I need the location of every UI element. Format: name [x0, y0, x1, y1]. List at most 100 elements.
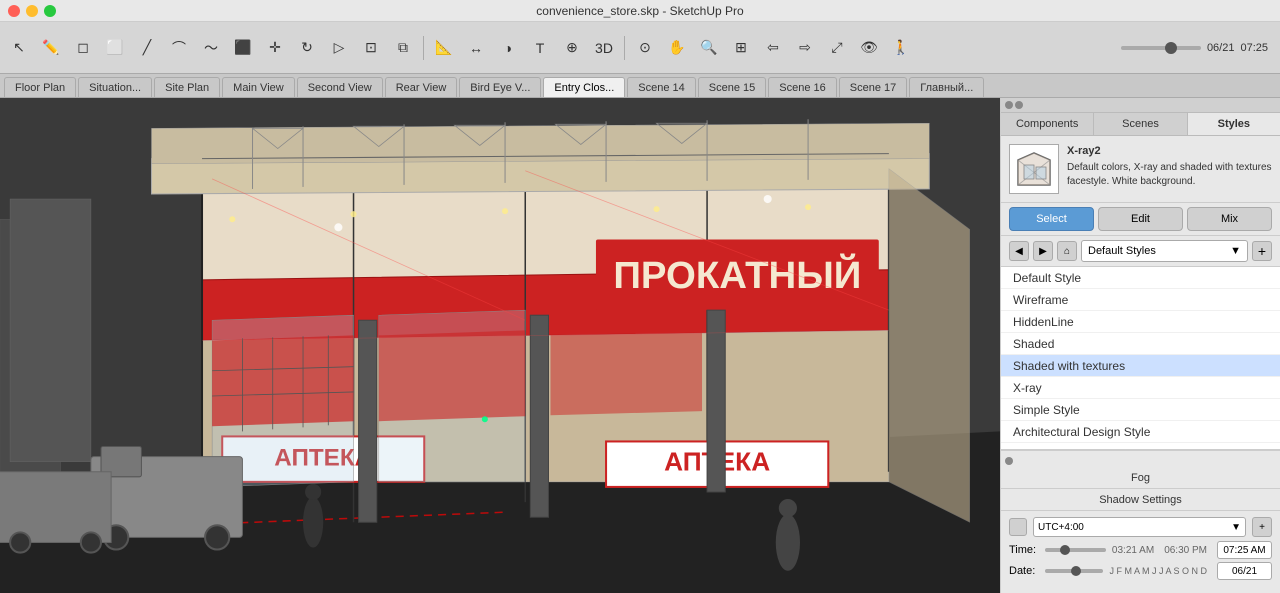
tab-rear-view[interactable]: Rear View [385, 77, 458, 97]
previous-view-tool[interactable]: ⇦ [758, 33, 788, 63]
style-item-simple[interactable]: Simple Style [1001, 399, 1280, 421]
date-slider[interactable] [1045, 569, 1103, 573]
home-button[interactable]: ⌂ [1057, 241, 1077, 261]
style-item-wireframe[interactable]: Wireframe [1001, 289, 1280, 311]
tab-entry-close[interactable]: Entry Clos... [543, 77, 625, 97]
scene-tabs: Floor Plan Situation... Site Plan Main V… [0, 74, 1280, 98]
tab-main-view[interactable]: Main View [222, 77, 295, 97]
pan-tool[interactable]: ✋ [662, 33, 692, 63]
style-thumbnail [1009, 144, 1059, 194]
tab-second-view[interactable]: Second View [297, 77, 383, 97]
svg-text:ПРОКАТНЫЙ: ПРОКАТНЫЙ [613, 252, 861, 297]
timezone-select[interactable]: UTC+4:00 ▼ [1033, 517, 1246, 537]
shadow-area: UTC+4:00 ▼ + Time: 03:21 AM 06:30 PM 07:… [1001, 511, 1280, 589]
nav-row: ◀ ▶ ⌂ Default Styles ▼ + [1001, 236, 1280, 267]
timezone-add-button[interactable]: + [1252, 517, 1272, 537]
freehand-tool[interactable]: 〜 [196, 33, 226, 63]
move-tool[interactable]: ✛ [260, 33, 290, 63]
time-start: 03:21 AM [1112, 545, 1154, 556]
next-view-tool[interactable]: ⇨ [790, 33, 820, 63]
tab-bird-eye[interactable]: Bird Eye V... [459, 77, 541, 97]
maximize-button[interactable] [44, 5, 56, 17]
tab-scenes[interactable]: Scenes [1094, 113, 1187, 135]
orbit-tool[interactable]: ⊙ [630, 33, 660, 63]
add-style-button[interactable]: + [1252, 241, 1272, 261]
date-value[interactable]: 06/21 [1217, 562, 1272, 580]
style-item-shaded[interactable]: Shaded [1001, 333, 1280, 355]
tab-situation[interactable]: Situation... [78, 77, 152, 97]
style-item-hiddenline[interactable]: HiddenLine [1001, 311, 1280, 333]
time-slider[interactable] [1045, 548, 1106, 552]
edit-button[interactable]: Edit [1098, 207, 1183, 231]
tab-scene-16[interactable]: Scene 16 [768, 77, 836, 97]
shadow-section[interactable]: Shadow Settings [1001, 489, 1280, 511]
tab-styles[interactable]: Styles [1188, 113, 1280, 135]
close-button[interactable] [8, 5, 20, 17]
push-pull-tool[interactable]: ⬛ [228, 33, 258, 63]
viewport[interactable]: ПРОКАТНЫЙ АПТЕКА АПТЕКА [0, 98, 1000, 593]
tab-site-plan[interactable]: Site Plan [154, 77, 220, 97]
tab-scene-15[interactable]: Scene 15 [698, 77, 766, 97]
zoom-window-tool[interactable]: ⊞ [726, 33, 756, 63]
arc-tool[interactable]: ⌒ [164, 33, 194, 63]
timezone-row: UTC+4:00 ▼ + [1009, 517, 1272, 537]
panel-indicator-1 [1005, 101, 1013, 109]
window-title: convenience_store.skp - SketchUp Pro [536, 4, 743, 18]
back-button[interactable]: ◀ [1009, 241, 1029, 261]
mix-button[interactable]: Mix [1187, 207, 1272, 231]
style-preview: X-ray2 Default colors, X-ray and shaded … [1001, 136, 1280, 203]
text-tool[interactable]: T [525, 33, 555, 63]
eraser-tool[interactable]: ◻ [68, 33, 98, 63]
time-value[interactable]: 07:25 AM [1217, 541, 1272, 559]
zoom-extents-tool[interactable]: ⤢ [822, 33, 852, 63]
style-list[interactable]: Default Style Wireframe HiddenLine Shade… [1001, 267, 1280, 450]
minimize-button[interactable] [26, 5, 38, 17]
3d-text-tool[interactable]: 3D [589, 33, 619, 63]
bottom-panel: Fog Shadow Settings UTC+4:00 ▼ + Time: [1001, 450, 1280, 593]
tab-scene-14[interactable]: Scene 14 [627, 77, 695, 97]
bottom-indicator-1 [1005, 457, 1013, 465]
style-item-default[interactable]: Default Style [1001, 267, 1280, 289]
follow-me-tool[interactable]: ▷ [324, 33, 354, 63]
shadow-toggle[interactable] [1009, 518, 1027, 536]
tab-floor-plan[interactable]: Floor Plan [4, 77, 76, 97]
select-tool[interactable]: ↖ [4, 33, 34, 63]
zoom-tool[interactable]: 🔍 [694, 33, 724, 63]
tab-components[interactable]: Components [1001, 113, 1094, 135]
style-dropdown[interactable]: Default Styles ▼ [1081, 240, 1248, 262]
style-item-xray[interactable]: X-ray [1001, 377, 1280, 399]
time-thumb[interactable] [1060, 545, 1070, 555]
scale-tool[interactable]: ⊡ [356, 33, 386, 63]
line-tool[interactable]: ╱ [132, 33, 162, 63]
date-thumb[interactable] [1071, 566, 1081, 576]
style-item-shaded-textures[interactable]: Shaded with textures [1001, 355, 1280, 377]
main-toolbar: ↖ ✏️ ◻ ⬜ ╱ ⌒ 〜 ⬛ ✛ ↻ ▷ ⊡ ⧉ 📐 ↔ ◑ T ⊕ 3D … [0, 22, 1280, 74]
style-item-construction[interactable]: Construction Documentation Style [1001, 443, 1280, 450]
tab-scene-17[interactable]: Scene 17 [839, 77, 907, 97]
paint-tool[interactable]: ✏️ [36, 33, 66, 63]
offset-tool[interactable]: ⧉ [388, 33, 418, 63]
style-title: X-ray2 [1067, 144, 1272, 159]
date-letters: J F M A M J J A S O N D [1109, 566, 1207, 576]
date-row: Date: J F M A M J J A S O N D 06/21 [1009, 562, 1272, 580]
walk-tool[interactable]: 🚶 [886, 33, 916, 63]
style-description: Default colors, X-ray and shaded with te… [1067, 161, 1272, 188]
fog-section[interactable]: Fog [1001, 467, 1280, 489]
rectangle-tool[interactable]: ⬜ [100, 33, 130, 63]
panel-indicator-2 [1015, 101, 1023, 109]
tab-main-russian[interactable]: Главный... [909, 77, 984, 97]
axes-tool[interactable]: ⊕ [557, 33, 587, 63]
rotate-tool[interactable]: ↻ [292, 33, 322, 63]
timeline-slider[interactable]: 06/21 07:25 [1121, 42, 1268, 54]
toolbar-right: 06/21 07:25 [1121, 42, 1276, 54]
protractor-tool[interactable]: ◑ [493, 33, 523, 63]
select-button[interactable]: Select [1009, 207, 1094, 231]
dropdown-label: Default Styles [1088, 245, 1156, 257]
style-item-architectural[interactable]: Architectural Design Style [1001, 421, 1280, 443]
window-controls [8, 5, 56, 17]
dimensions-tool[interactable]: ↔ [461, 33, 491, 63]
tape-measure-tool[interactable]: 📐 [429, 33, 459, 63]
forward-button[interactable]: ▶ [1033, 241, 1053, 261]
panel-top-tabs: Components Scenes Styles [1001, 113, 1280, 136]
position-camera-tool[interactable]: 👁 [854, 33, 884, 63]
